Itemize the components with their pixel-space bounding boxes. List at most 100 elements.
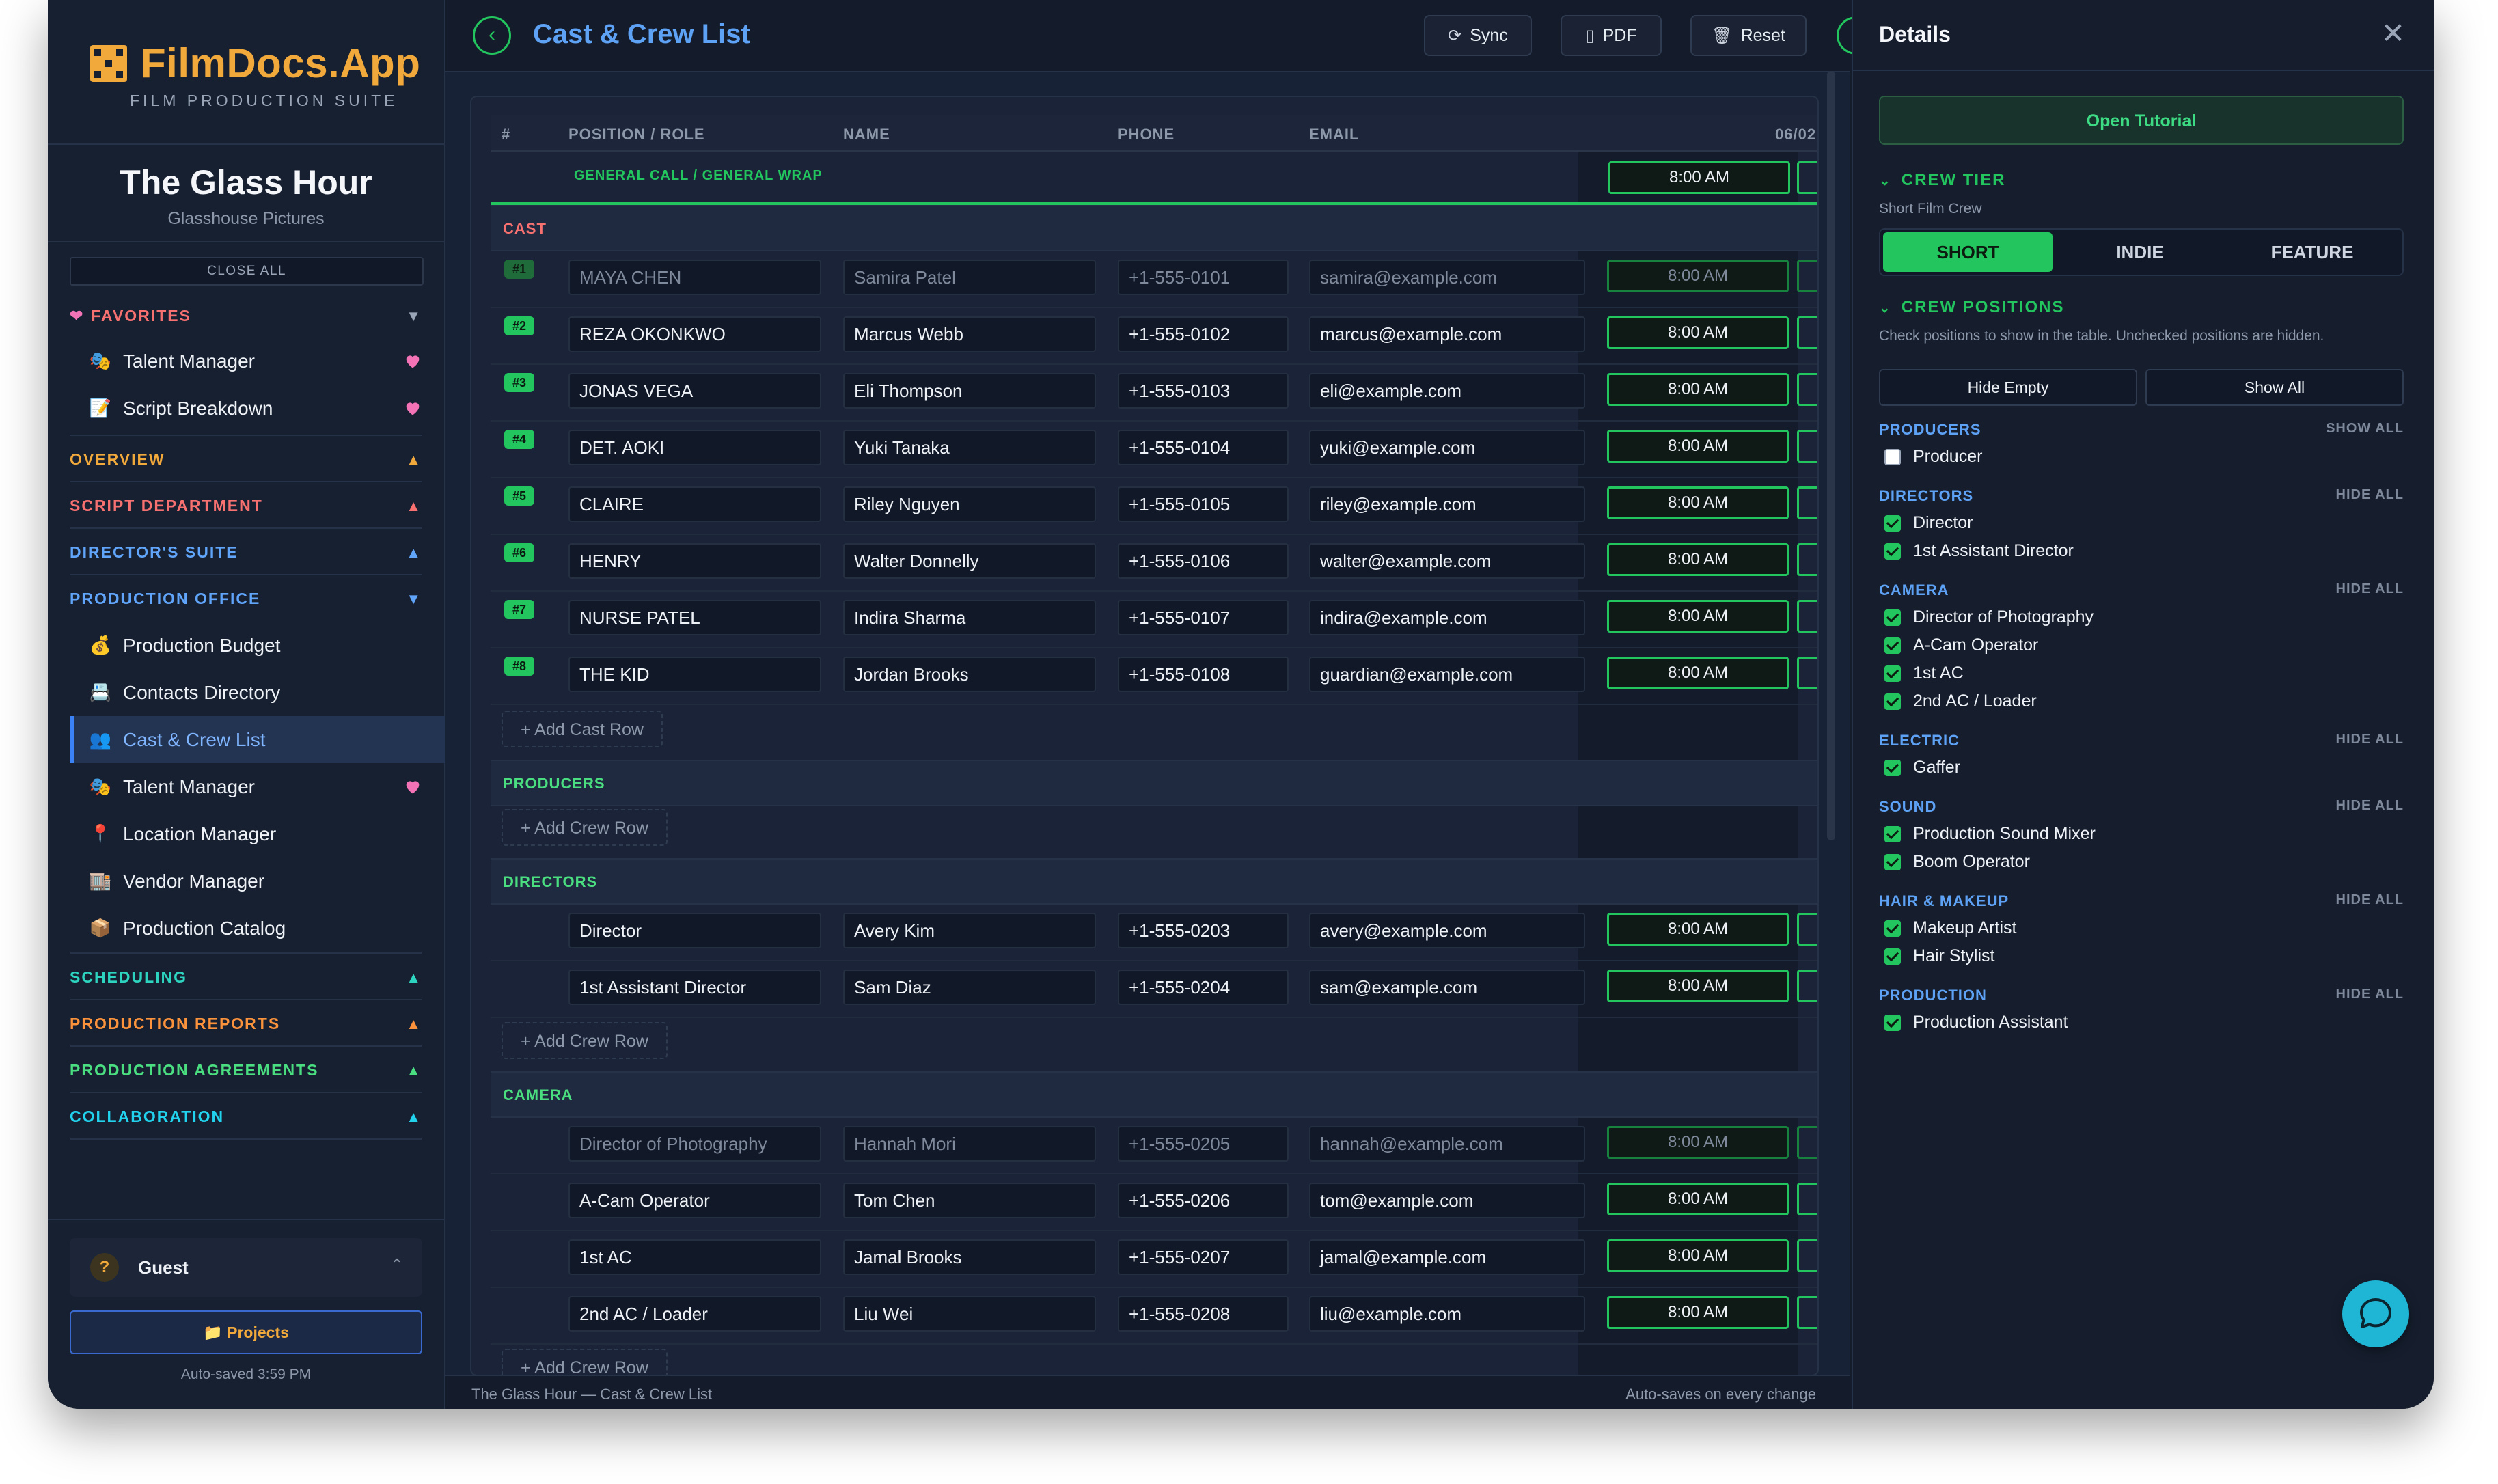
checkbox[interactable] — [1884, 637, 1901, 654]
crew-tier-toggle[interactable]: ⌄ CREW TIER — [1879, 171, 2005, 190]
sidebar-section-production-agreements[interactable]: PRODUCTION AGREEMENTS ▲ — [70, 1047, 422, 1093]
name-field[interactable]: Hannah Mori — [843, 1126, 1096, 1162]
checkbox[interactable] — [1884, 853, 1901, 870]
role-field[interactable]: CLAIRE — [568, 486, 821, 522]
sidebar-section-overview[interactable]: OVERVIEW ▲ — [70, 436, 422, 482]
time-field-next[interactable] — [1797, 1296, 1817, 1329]
open-tutorial-button[interactable]: Open Tutorial — [1879, 96, 2404, 145]
sidebar-item-location-manager[interactable]: 📍 Location Manager — [70, 810, 444, 857]
phone-field[interactable]: +1-555-0205 — [1118, 1126, 1289, 1162]
add-cast-row-button[interactable]: + Add Cast Row — [502, 711, 663, 747]
projects-button[interactable]: 📁 Projects — [70, 1310, 422, 1354]
sidebar-section-script-department[interactable]: SCRIPT DEPARTMENT ▲ — [70, 482, 422, 529]
time-field-next[interactable] — [1797, 430, 1817, 463]
position-checkbox[interactable]: 1st AC — [1884, 663, 1964, 683]
close-all-button[interactable]: CLOSE ALL — [70, 257, 424, 286]
group-toggle-all-button[interactable]: HIDE ALL — [2336, 987, 2404, 1002]
app-logo[interactable]: FilmDocs.App — [89, 40, 420, 87]
heart-icon[interactable] — [403, 398, 422, 417]
role-field[interactable]: 2nd AC / Loader — [568, 1296, 821, 1332]
group-toggle-all-button[interactable]: HIDE ALL — [2336, 581, 2404, 597]
email-field[interactable]: jamal@example.com — [1309, 1239, 1585, 1275]
sidebar-section-production-reports[interactable]: PRODUCTION REPORTS ▲ — [70, 1000, 422, 1047]
sidebar-item-talent-manager-fav[interactable]: 🎭 Talent Manager — [70, 338, 444, 385]
scrollbar[interactable] — [1827, 71, 1835, 840]
group-toggle-all-button[interactable]: HIDE ALL — [2336, 798, 2404, 814]
checkbox[interactable] — [1884, 665, 1901, 682]
group-toggle-all-button[interactable]: HIDE ALL — [2336, 487, 2404, 503]
phone-field[interactable]: +1-555-0108 — [1118, 657, 1289, 692]
sidebar-section-favorites[interactable]: ❤ FAVORITES ▼ — [70, 292, 422, 339]
position-checkbox[interactable]: Director — [1884, 513, 1973, 533]
phone-field[interactable]: +1-555-0102 — [1118, 316, 1289, 352]
phone-field[interactable]: +1-555-0104 — [1118, 430, 1289, 465]
time-field-next[interactable] — [1797, 600, 1817, 633]
call-time-field[interactable]: 8:00 AM — [1607, 600, 1789, 633]
email-field[interactable]: samira@example.com — [1309, 260, 1585, 295]
phone-field[interactable]: +1-555-0203 — [1118, 913, 1289, 948]
call-time-field[interactable]: 8:00 AM — [1607, 1239, 1789, 1272]
time-field-next[interactable] — [1797, 1126, 1817, 1159]
email-field[interactable]: sam@example.com — [1309, 970, 1585, 1005]
position-checkbox[interactable]: Makeup Artist — [1884, 918, 2016, 938]
name-field[interactable]: Tom Chen — [843, 1183, 1096, 1218]
call-time-field[interactable]: 8:00 AM — [1607, 1296, 1789, 1329]
add-crew-row-button[interactable]: + Add Crew Row — [502, 1349, 668, 1375]
time-field-next[interactable] — [1797, 913, 1817, 946]
position-checkbox[interactable]: Gaffer — [1884, 758, 1960, 778]
position-checkbox[interactable]: Producer — [1884, 447, 1982, 467]
sidebar-item-script-breakdown-fav[interactable]: 📝 Script Breakdown — [70, 385, 444, 432]
hide-empty-button[interactable]: Hide Empty — [1879, 369, 2137, 406]
time-field-next[interactable] — [1797, 1239, 1817, 1272]
chat-button[interactable] — [2342, 1280, 2409, 1347]
role-field[interactable]: HENRY — [568, 543, 821, 579]
time-field-next[interactable] — [1797, 486, 1817, 519]
email-field[interactable]: riley@example.com — [1309, 486, 1585, 522]
call-time-field[interactable]: 8:00 AM — [1607, 1183, 1789, 1215]
email-field[interactable]: walter@example.com — [1309, 543, 1585, 579]
call-time-field[interactable]: 8:00 AM — [1607, 260, 1789, 292]
checkbox[interactable] — [1884, 920, 1901, 937]
name-field[interactable]: Marcus Webb — [843, 316, 1096, 352]
time-field-next[interactable] — [1797, 657, 1817, 689]
email-field[interactable]: liu@example.com — [1309, 1296, 1585, 1332]
checkbox[interactable] — [1884, 514, 1901, 532]
position-checkbox[interactable]: Director of Photography — [1884, 607, 2094, 627]
pdf-button[interactable]: ▯ PDF — [1561, 15, 1662, 56]
call-time-field[interactable]: 8:00 AM — [1607, 486, 1789, 519]
crew-positions-toggle[interactable]: ⌄ CREW POSITIONS — [1879, 298, 2064, 317]
sidebar-section-collaboration[interactable]: COLLABORATION ▲ — [70, 1093, 422, 1140]
checkbox[interactable] — [1884, 825, 1901, 842]
name-field[interactable]: Jordan Brooks — [843, 657, 1096, 692]
role-field[interactable]: 1st Assistant Director — [568, 970, 821, 1005]
role-field[interactable]: Director — [568, 913, 821, 948]
sidebar-section-production-office[interactable]: PRODUCTION OFFICE ▼ — [70, 575, 422, 622]
call-time-field[interactable]: 8:00 AM — [1607, 1126, 1789, 1159]
checkbox[interactable] — [1884, 693, 1901, 710]
phone-field[interactable]: +1-555-0105 — [1118, 486, 1289, 522]
call-time-field[interactable]: 8:00 AM — [1607, 970, 1789, 1002]
back-button[interactable]: ‹ — [473, 16, 511, 55]
sidebar-item-cast-crew-list[interactable]: 👥 Cast & Crew List — [70, 716, 448, 763]
time-field-next[interactable] — [1797, 316, 1817, 349]
role-field[interactable]: Director of Photography — [568, 1126, 821, 1162]
phone-field[interactable]: +1-555-0103 — [1118, 373, 1289, 409]
name-field[interactable]: Liu Wei — [843, 1296, 1096, 1332]
role-field[interactable]: NURSE PATEL — [568, 600, 821, 635]
group-toggle-all-button[interactable]: SHOW ALL — [2326, 421, 2404, 437]
time-field-next[interactable] — [1797, 161, 1817, 194]
checkbox[interactable] — [1884, 759, 1901, 776]
position-checkbox[interactable]: 1st Assistant Director — [1884, 541, 2074, 561]
heart-icon[interactable] — [403, 777, 422, 796]
user-menu[interactable]: ? Guest ⌃ — [70, 1238, 422, 1297]
sidebar-item-contacts-directory[interactable]: 📇 Contacts Directory — [70, 669, 444, 716]
phone-field[interactable]: +1-555-0208 — [1118, 1296, 1289, 1332]
phone-field[interactable]: +1-555-0106 — [1118, 543, 1289, 579]
call-time-field[interactable]: 8:00 AM — [1607, 913, 1789, 946]
phone-field[interactable]: +1-555-0207 — [1118, 1239, 1289, 1275]
time-field-next[interactable] — [1797, 373, 1817, 406]
role-field[interactable]: DET. AOKI — [568, 430, 821, 465]
group-toggle-all-button[interactable]: HIDE ALL — [2336, 732, 2404, 747]
checkbox[interactable] — [1884, 1014, 1901, 1031]
checkbox[interactable] — [1884, 609, 1901, 626]
